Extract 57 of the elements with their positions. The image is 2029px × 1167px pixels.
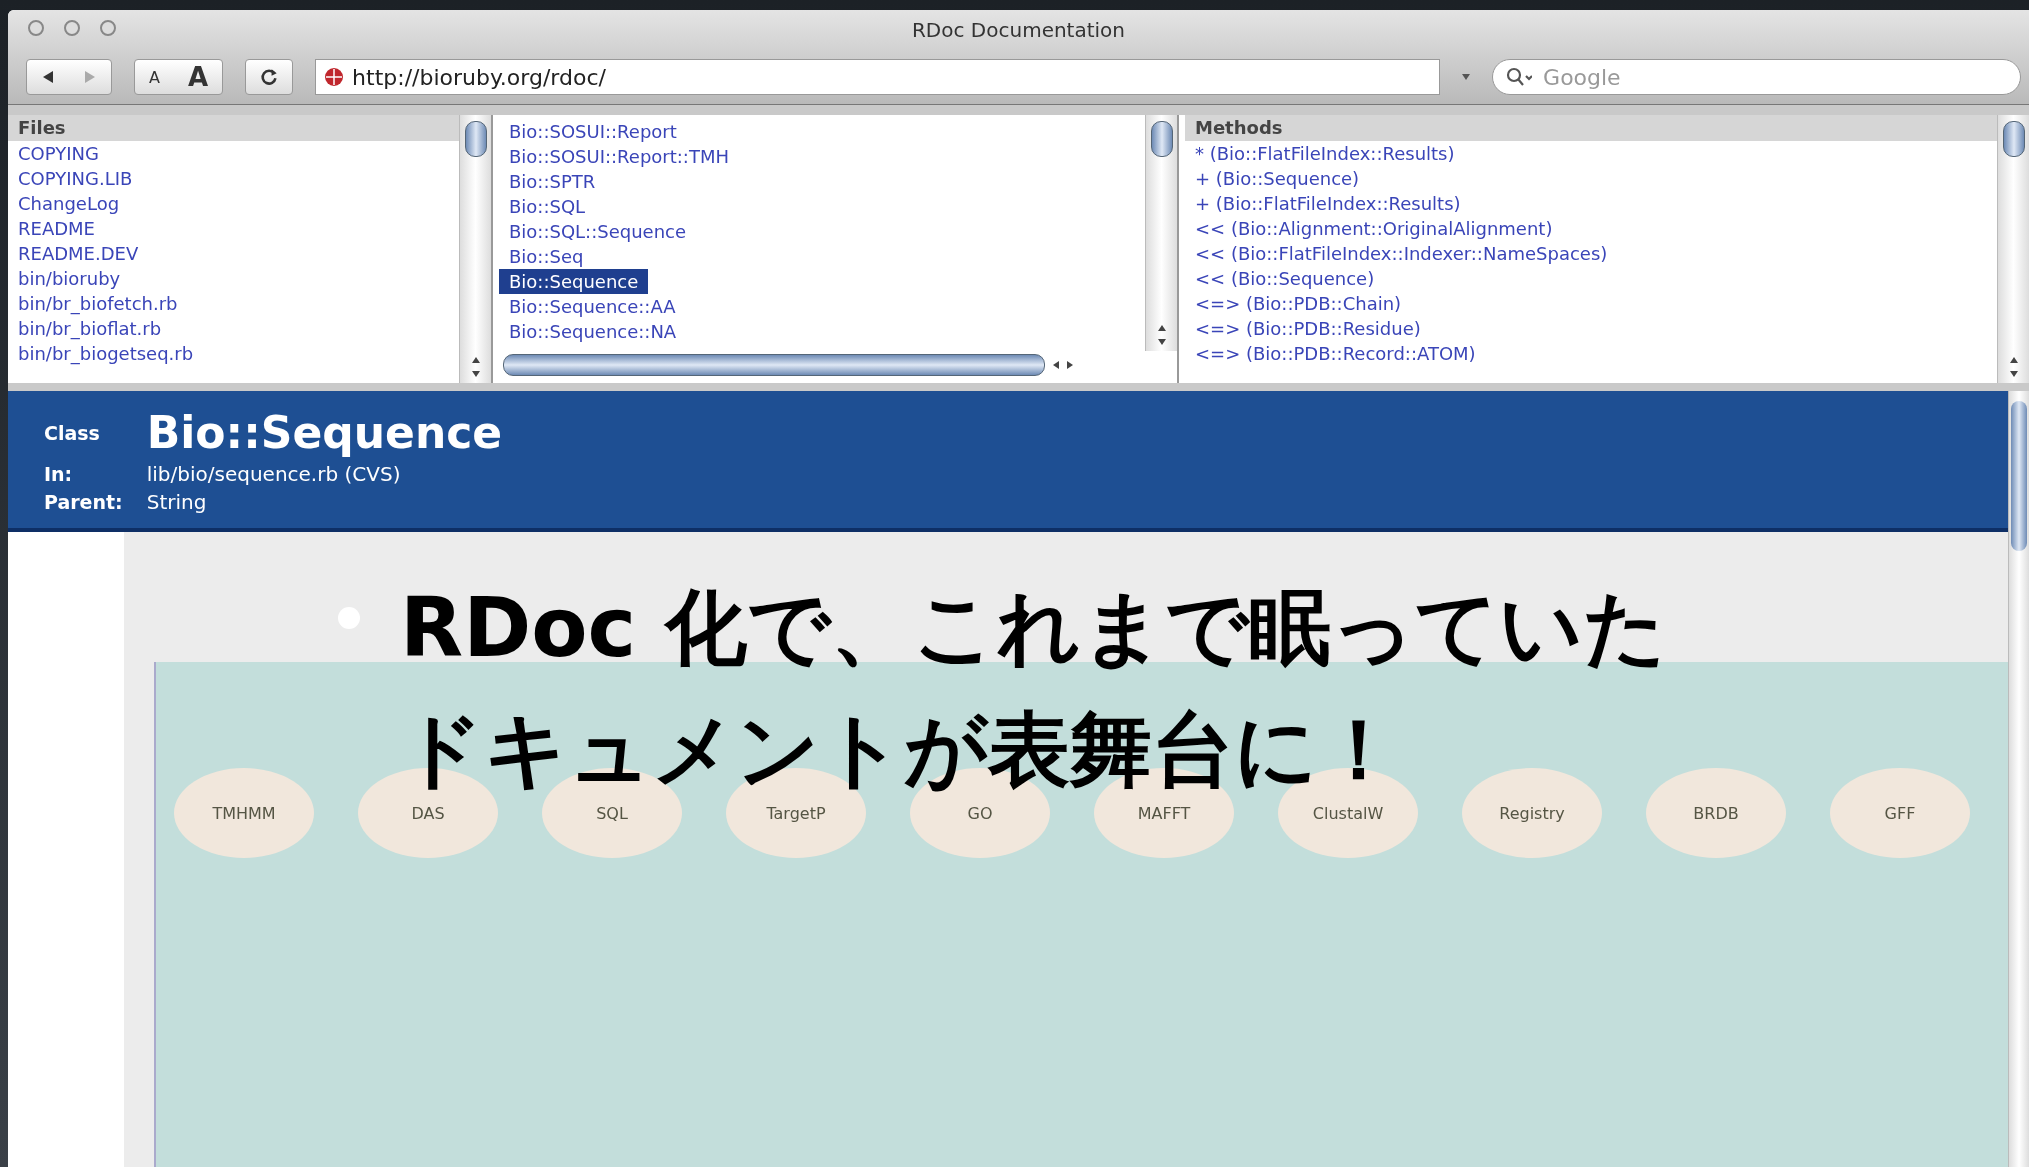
file-link[interactable]: COPYING.LIB	[8, 166, 143, 191]
close-button[interactable]	[28, 20, 44, 36]
class-link[interactable]: Bio::Seq	[499, 244, 594, 269]
field-label: In:	[44, 463, 74, 485]
file-link[interactable]: bin/br_bioflat.rb	[8, 316, 172, 341]
site-icon	[324, 67, 345, 87]
forward-icon	[83, 70, 97, 84]
search-icon	[1506, 67, 1533, 87]
method-link[interactable]: <=> (Bio::PDB::Chain)	[1185, 291, 1412, 316]
scrollbar[interactable]	[1145, 115, 1177, 351]
file-link[interactable]: README	[8, 216, 105, 241]
field-label: Parent:	[44, 491, 123, 513]
file-path: lib/bio/sequence.rb (CVS)	[146, 462, 402, 486]
diagram-node: Registry	[1462, 768, 1602, 858]
diagram-node: TMHMM	[174, 768, 314, 858]
file-link[interactable]: bin/br_biogetseq.rb	[8, 341, 204, 366]
back-icon	[41, 70, 55, 84]
file-link[interactable]: bin/br_biofetch.rb	[8, 291, 188, 316]
zoom-button[interactable]	[100, 20, 116, 36]
scrollbar[interactable]	[2008, 391, 2029, 1167]
search-field[interactable]: Google	[1492, 59, 2021, 95]
field-label: Class	[44, 421, 101, 444]
class-link[interactable]: Bio::Sequence::NA	[499, 319, 687, 344]
method-link[interactable]: + (Bio::Sequence)	[1185, 166, 1370, 191]
method-link[interactable]: * (Bio::FlatFileIndex::Results)	[1185, 141, 1465, 166]
smaller-text-button[interactable]: A	[135, 60, 174, 94]
file-link[interactable]: bin/bioruby	[8, 266, 131, 291]
dropdown-icon[interactable]	[1462, 74, 1471, 80]
minimize-button[interactable]	[64, 20, 80, 36]
class-link[interactable]: Bio::SQL	[499, 194, 596, 219]
class-name: Bio::Sequence	[146, 407, 504, 458]
file-link[interactable]: ChangeLog	[8, 191, 130, 216]
parent-class: String	[146, 490, 208, 514]
larger-text-button[interactable]: A	[173, 60, 223, 94]
method-link[interactable]: <=> (Bio::PDB::Residue)	[1185, 316, 1431, 341]
method-link[interactable]: << (Bio::Alignment::OriginalAlignment)	[1185, 216, 1563, 241]
reload-icon	[260, 68, 279, 86]
class-link[interactable]: Bio::SQL::Sequence	[499, 219, 697, 244]
class-link[interactable]: Bio::Sequence::AA	[499, 294, 686, 319]
class-link[interactable]: Bio::SOSUI::Report	[499, 119, 687, 144]
class-link[interactable]: Bio::SPTR	[499, 169, 606, 194]
method-link[interactable]: <=> (Bio::PDB::Record::ATOM)	[1185, 341, 1486, 366]
scrollbar[interactable]	[459, 115, 491, 383]
scrollbar[interactable]	[1997, 115, 2029, 383]
file-link[interactable]: README.DEV	[8, 241, 149, 266]
address-field[interactable]: http://bioruby.org/rdoc/	[315, 59, 1441, 95]
method-link[interactable]: + (Bio::FlatFileIndex::Results)	[1185, 191, 1471, 216]
class-link[interactable]: Bio::SOSUI::Report::TMH	[499, 144, 739, 169]
class-link[interactable]: Bio::Sequence	[499, 269, 649, 294]
diagram-node: BRDB	[1646, 768, 1786, 858]
method-link[interactable]: << (Bio::FlatFileIndex::Indexer::NameSpaces)	[1185, 241, 1618, 266]
pane-heading: Methods	[1185, 115, 1997, 141]
file-link[interactable]: COPYING	[8, 141, 109, 166]
window-title: RDoc Documentation	[911, 18, 1126, 42]
pane-heading: Files	[8, 115, 459, 141]
diagram-node: GFF	[1830, 768, 1970, 858]
method-link[interactable]: << (Bio::Sequence)	[1185, 266, 1385, 291]
